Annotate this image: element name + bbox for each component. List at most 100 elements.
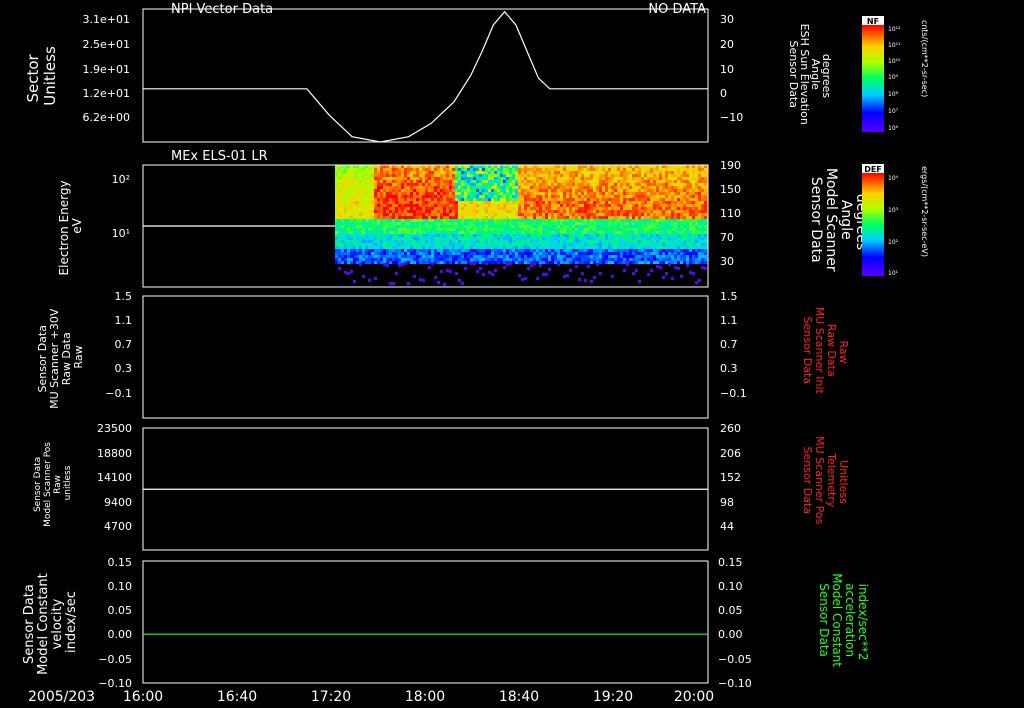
spectrogram-cell (341, 222, 344, 225)
spectrogram-cell (470, 258, 473, 261)
tick-label: 1.5 (115, 290, 133, 303)
spectrogram-cell (557, 243, 560, 246)
spectrogram-cell (653, 174, 656, 177)
spectrogram-cell (377, 174, 380, 177)
spectrogram-cell (473, 213, 476, 216)
spectrogram-cell (485, 192, 488, 195)
spectrogram-cell (692, 261, 695, 264)
spectrogram-cell (596, 216, 599, 219)
spectrogram-cell (674, 171, 677, 174)
spectrogram-cell (500, 219, 503, 222)
spectrogram-cell (488, 237, 491, 240)
spectrogram-cell (371, 228, 374, 231)
spectrogram-cell (590, 201, 593, 204)
spectrogram-cell (638, 237, 641, 240)
spectrogram-cell (542, 225, 545, 228)
spectrogram-cell (383, 174, 386, 177)
spectrogram-cell (566, 183, 569, 186)
spectrogram-cell (692, 204, 695, 207)
spectrogram-cell (605, 168, 608, 171)
spectrogram-cell (338, 195, 341, 198)
spectrogram-cell (335, 201, 338, 204)
spectrogram-cell (596, 207, 599, 210)
spectrogram-cell (578, 189, 581, 192)
spectrogram-cell (395, 192, 398, 195)
spectrogram-cell (653, 216, 656, 219)
spectrogram-cell (602, 243, 605, 246)
spectrogram-cell (521, 174, 524, 177)
spectrogram-cell (677, 261, 680, 264)
spectrogram-cell (467, 198, 470, 201)
spectrogram-cell (626, 222, 629, 225)
spectrogram-cell (464, 201, 467, 204)
y-label-left: Electron Energy eV (57, 177, 84, 276)
spectrogram-cell (455, 174, 458, 177)
spectrogram-cell (638, 207, 641, 210)
spectrogram-cell (461, 234, 464, 237)
spectrogram-cell (407, 261, 410, 264)
spectrogram-cell (584, 174, 587, 177)
spectrogram-cell (371, 168, 374, 171)
spectrogram-cell (620, 210, 623, 213)
spectrogram-cell (659, 246, 662, 249)
spectrogram-cell (335, 243, 338, 246)
spectrogram-cell (575, 213, 578, 216)
spectrogram-cell (341, 231, 344, 234)
spectrogram-cell (455, 168, 458, 171)
spectrogram-cell (626, 186, 629, 189)
spectrogram-cell (473, 198, 476, 201)
spectrogram-cell (536, 201, 539, 204)
spectrogram-cell (335, 195, 338, 198)
spectrogram-cell (557, 195, 560, 198)
spectrogram-cell (545, 246, 548, 249)
spectrogram-cell (503, 249, 506, 252)
spectrogram-cell (389, 249, 392, 252)
spectrogram-cell (626, 180, 629, 183)
spectrogram-cell (413, 207, 416, 210)
spectrogram-cell (353, 210, 356, 213)
spectrogram-cell (356, 255, 359, 258)
spectrogram-cell (386, 258, 389, 261)
spectrogram-cell (443, 168, 446, 171)
spectrogram-cell (680, 177, 683, 180)
spectrogram-cell (374, 246, 377, 249)
spectrogram-cell (650, 234, 653, 237)
spectrogram-cell (518, 252, 521, 255)
spectrogram-cell (662, 207, 665, 210)
spectrogram-cell (641, 210, 644, 213)
spectrogram-cell (422, 201, 425, 204)
spectrogram-cell (602, 204, 605, 207)
spectrogram-cell (677, 177, 680, 180)
spectrogram-cell (626, 213, 629, 216)
spectrogram-cell (347, 213, 350, 216)
spectrogram-cell (689, 225, 692, 228)
spectrogram-cell (665, 249, 668, 252)
spectrogram-cell (575, 255, 578, 258)
spectrogram-cell (497, 213, 500, 216)
spectrogram-cell (449, 192, 452, 195)
spectrogram-cell (584, 219, 587, 222)
spectrogram-cell (422, 171, 425, 174)
spectrogram-cell (383, 210, 386, 213)
y-label-right: Sensor Data MU Scanner Init Raw Data Raw (801, 307, 850, 398)
spectrogram-cell (569, 228, 572, 231)
spectrogram-cell (362, 168, 365, 171)
spectrogram-cell (587, 177, 590, 180)
spectrogram-cell (356, 207, 359, 210)
spectrogram-cell (677, 246, 680, 249)
spectrogram-cell (398, 225, 401, 228)
spectrogram-cell (545, 261, 548, 264)
spectrogram-cell (350, 261, 353, 264)
spectrogram-cell (665, 231, 668, 234)
spectrogram-cell (704, 240, 707, 243)
spectrogram-cell (638, 225, 641, 228)
spectrogram-cell (410, 225, 413, 228)
spectrogram-cell (560, 237, 563, 240)
spectrogram-cell (470, 171, 473, 174)
spectrogram-cell (608, 183, 611, 186)
spectrogram-cell (536, 189, 539, 192)
spectrogram-cell (425, 243, 428, 246)
spectrogram-cell (647, 186, 650, 189)
spectrogram-cell (398, 231, 401, 234)
spectrogram-cell (359, 263, 362, 266)
